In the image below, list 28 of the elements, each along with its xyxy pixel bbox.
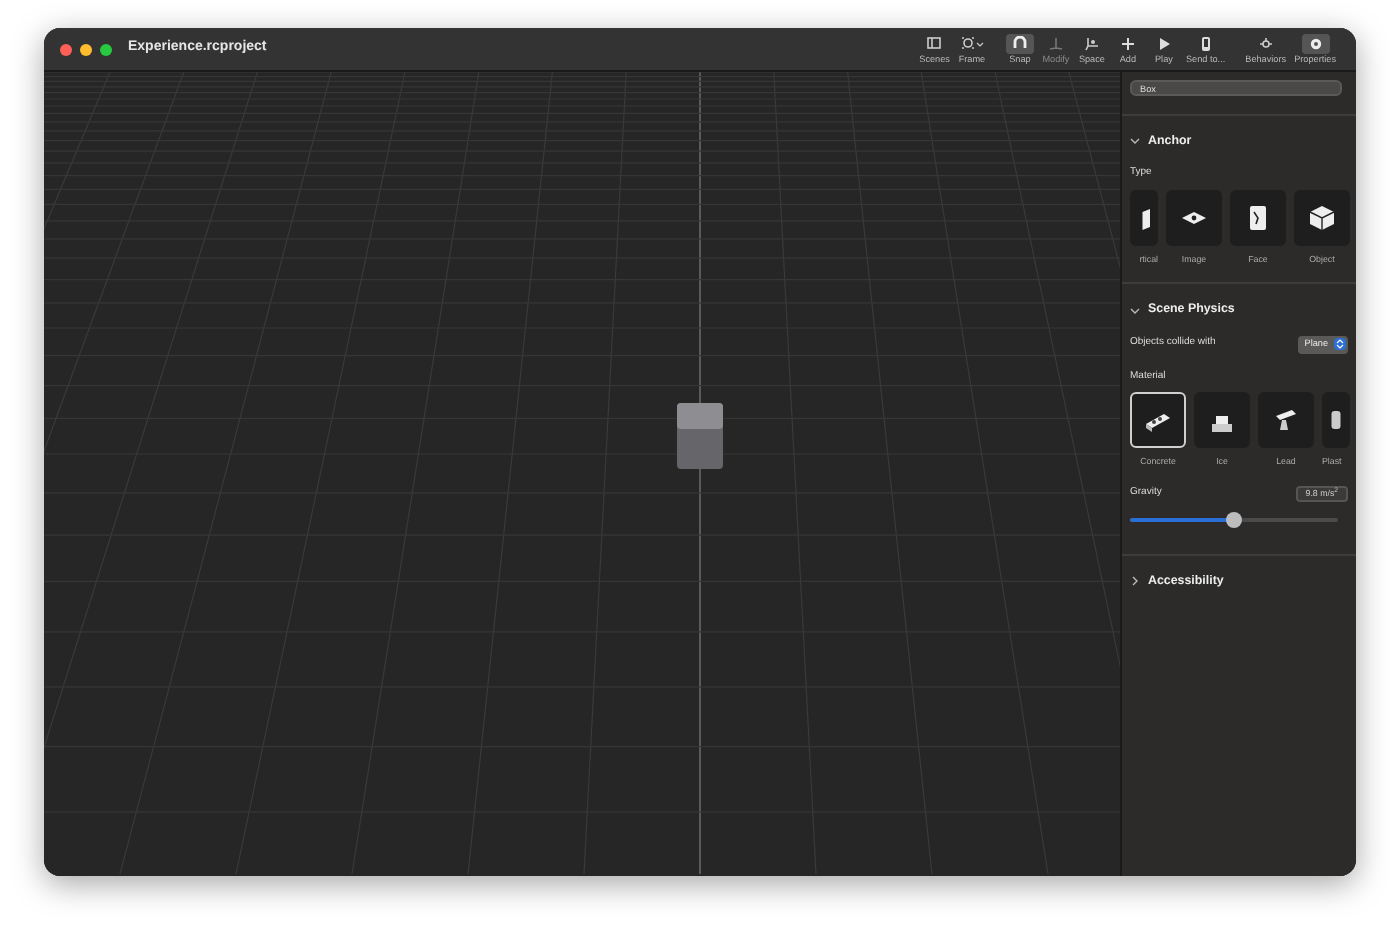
option-tile[interactable] bbox=[1194, 392, 1250, 449]
option-tile[interactable] bbox=[1130, 189, 1158, 246]
updown-icon bbox=[1334, 338, 1346, 351]
chevron-down-icon bbox=[1130, 136, 1140, 147]
frame-icon bbox=[959, 35, 976, 52]
axes-icon bbox=[1047, 35, 1064, 52]
play-icon bbox=[1155, 35, 1172, 52]
axes-icon bbox=[1083, 35, 1100, 52]
close-button[interactable] bbox=[60, 43, 72, 55]
option-tile[interactable] bbox=[1166, 189, 1222, 246]
chevron-right-icon bbox=[1130, 576, 1140, 587]
minimize-button[interactable] bbox=[80, 43, 92, 55]
chevron-icon bbox=[975, 39, 984, 48]
plus-icon bbox=[1119, 35, 1136, 52]
sidebar-icon bbox=[926, 35, 943, 52]
option-tile[interactable] bbox=[1258, 392, 1314, 449]
behaviors-icon bbox=[1257, 35, 1274, 52]
option-tile[interactable] bbox=[1294, 189, 1350, 246]
slider-thumb[interactable] bbox=[1226, 512, 1242, 529]
option-tile[interactable] bbox=[1130, 392, 1186, 449]
cube-icon bbox=[1306, 201, 1338, 234]
zoom-button[interactable] bbox=[100, 43, 112, 55]
magnet-icon bbox=[1011, 35, 1028, 52]
cube-drawing bbox=[676, 402, 724, 470]
chevron-down-icon bbox=[1130, 305, 1140, 316]
settings-icon bbox=[1307, 35, 1324, 52]
option-tile[interactable] bbox=[1322, 392, 1350, 449]
option-tile[interactable] bbox=[1230, 189, 1286, 246]
